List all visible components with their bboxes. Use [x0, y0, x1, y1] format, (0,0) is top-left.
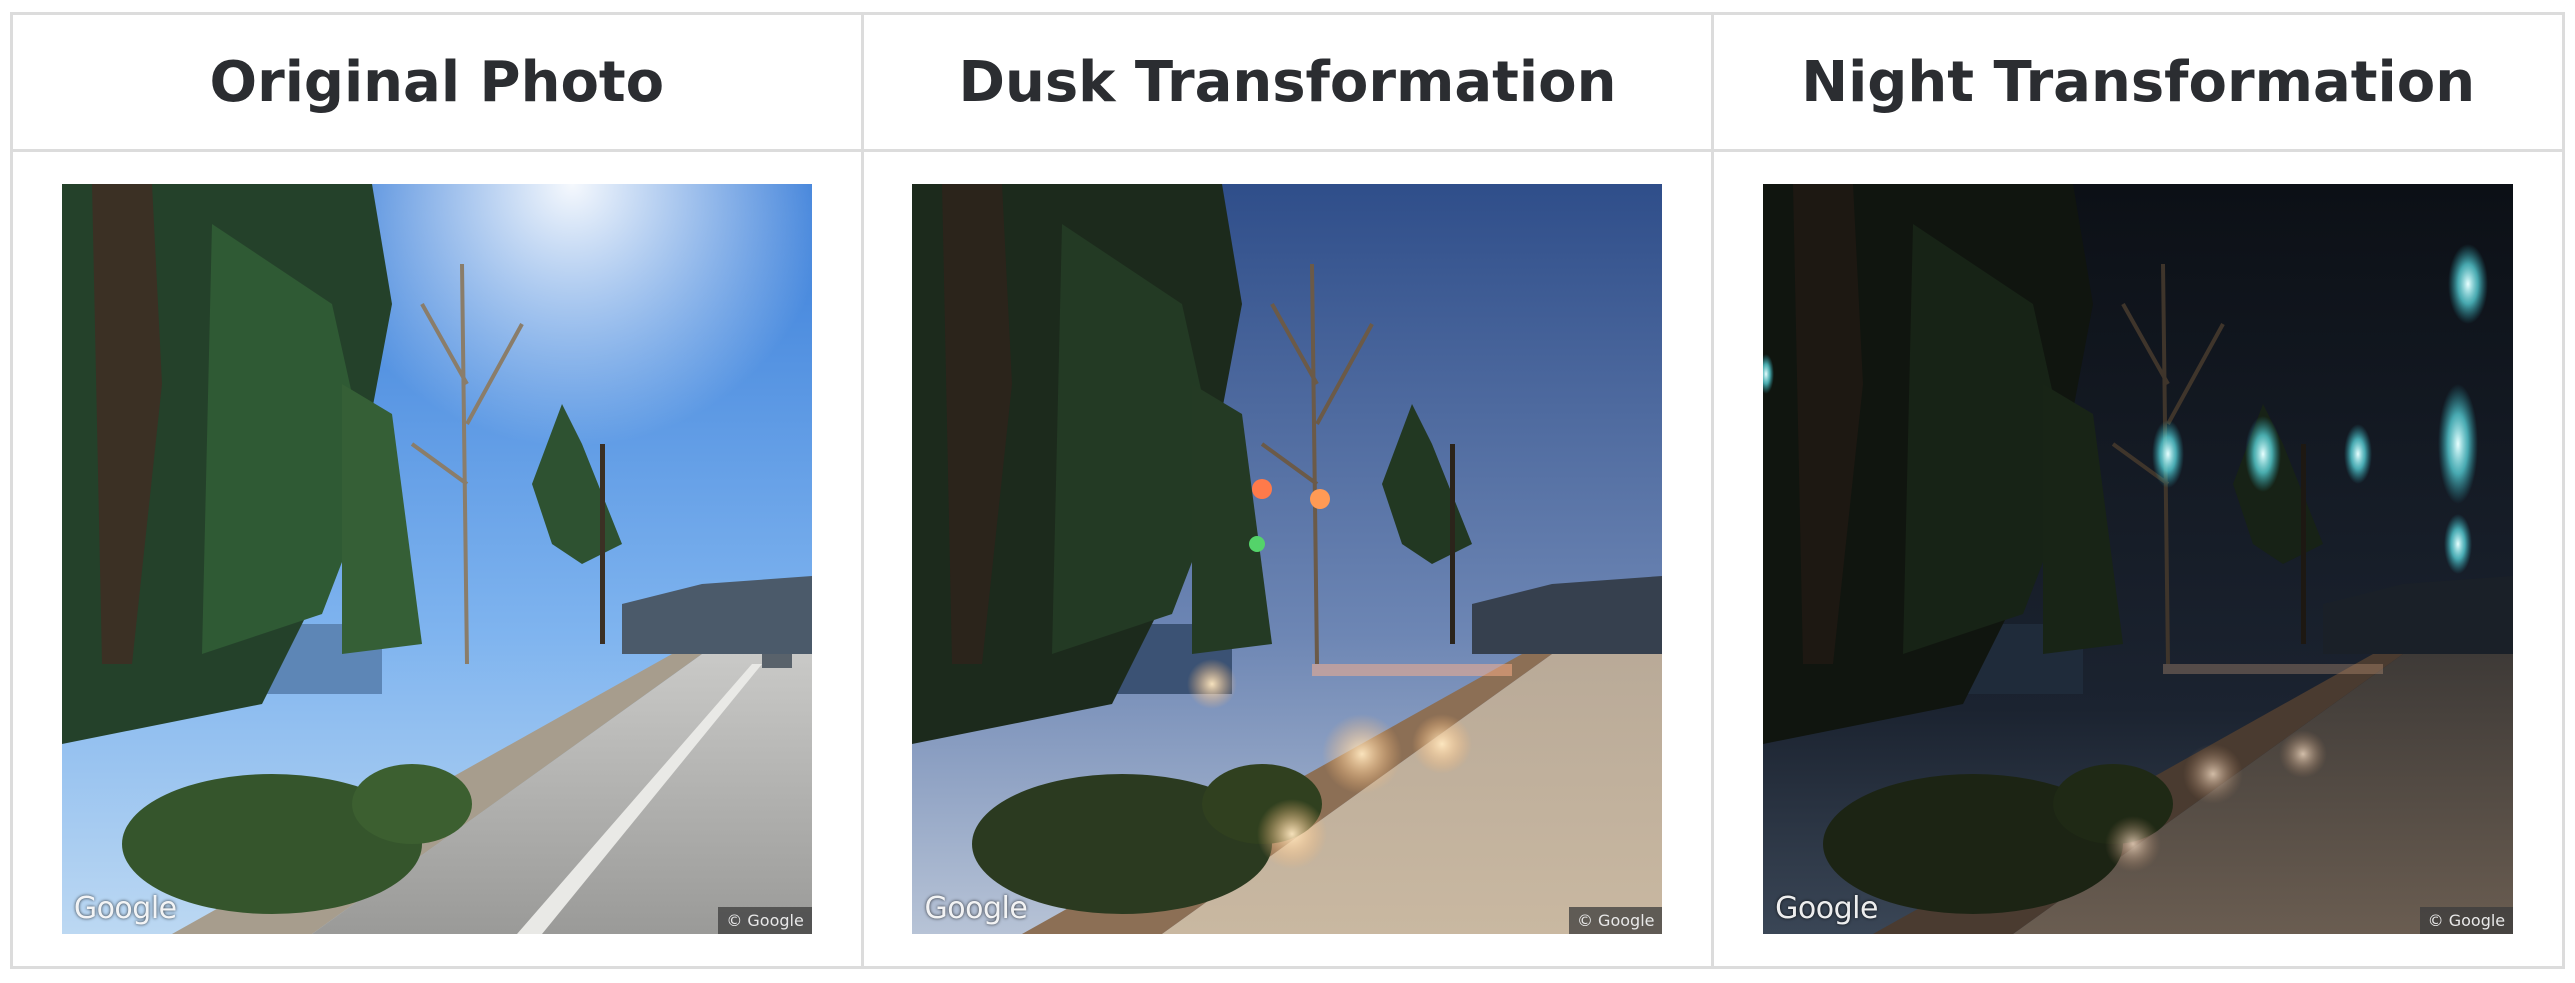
column-title-dusk: Dusk Transformation [860, 12, 1715, 152]
google-watermark: Google [73, 891, 177, 926]
header-row: Original Photo Dusk Transformation Night… [10, 12, 2565, 152]
google-watermark: Google [924, 891, 1028, 926]
cell-original: Google © Google [10, 149, 864, 969]
copyright-watermark: © Google [1568, 907, 1663, 934]
copyright-watermark: © Google [718, 907, 812, 934]
comparison-table: Original Photo Dusk Transformation Night… [10, 12, 2565, 969]
google-watermark: Google [1775, 891, 1878, 926]
column-title-night: Night Transformation [1711, 12, 2565, 152]
night-photo: Google © Google [1763, 184, 2514, 934]
comparison-figure: Original Photo Dusk Transformation Night… [0, 0, 2575, 983]
copyright-watermark: © Google [2419, 907, 2514, 934]
cell-dusk: Google © Google [860, 149, 1715, 969]
column-title-original: Original Photo [10, 12, 864, 152]
original-photo: Google © Google [61, 184, 812, 934]
image-row: Google © Google Google © Google Google ©… [10, 149, 2565, 969]
cell-night: Google © Google [1711, 149, 2565, 969]
dusk-photo: Google © Google [912, 184, 1663, 934]
